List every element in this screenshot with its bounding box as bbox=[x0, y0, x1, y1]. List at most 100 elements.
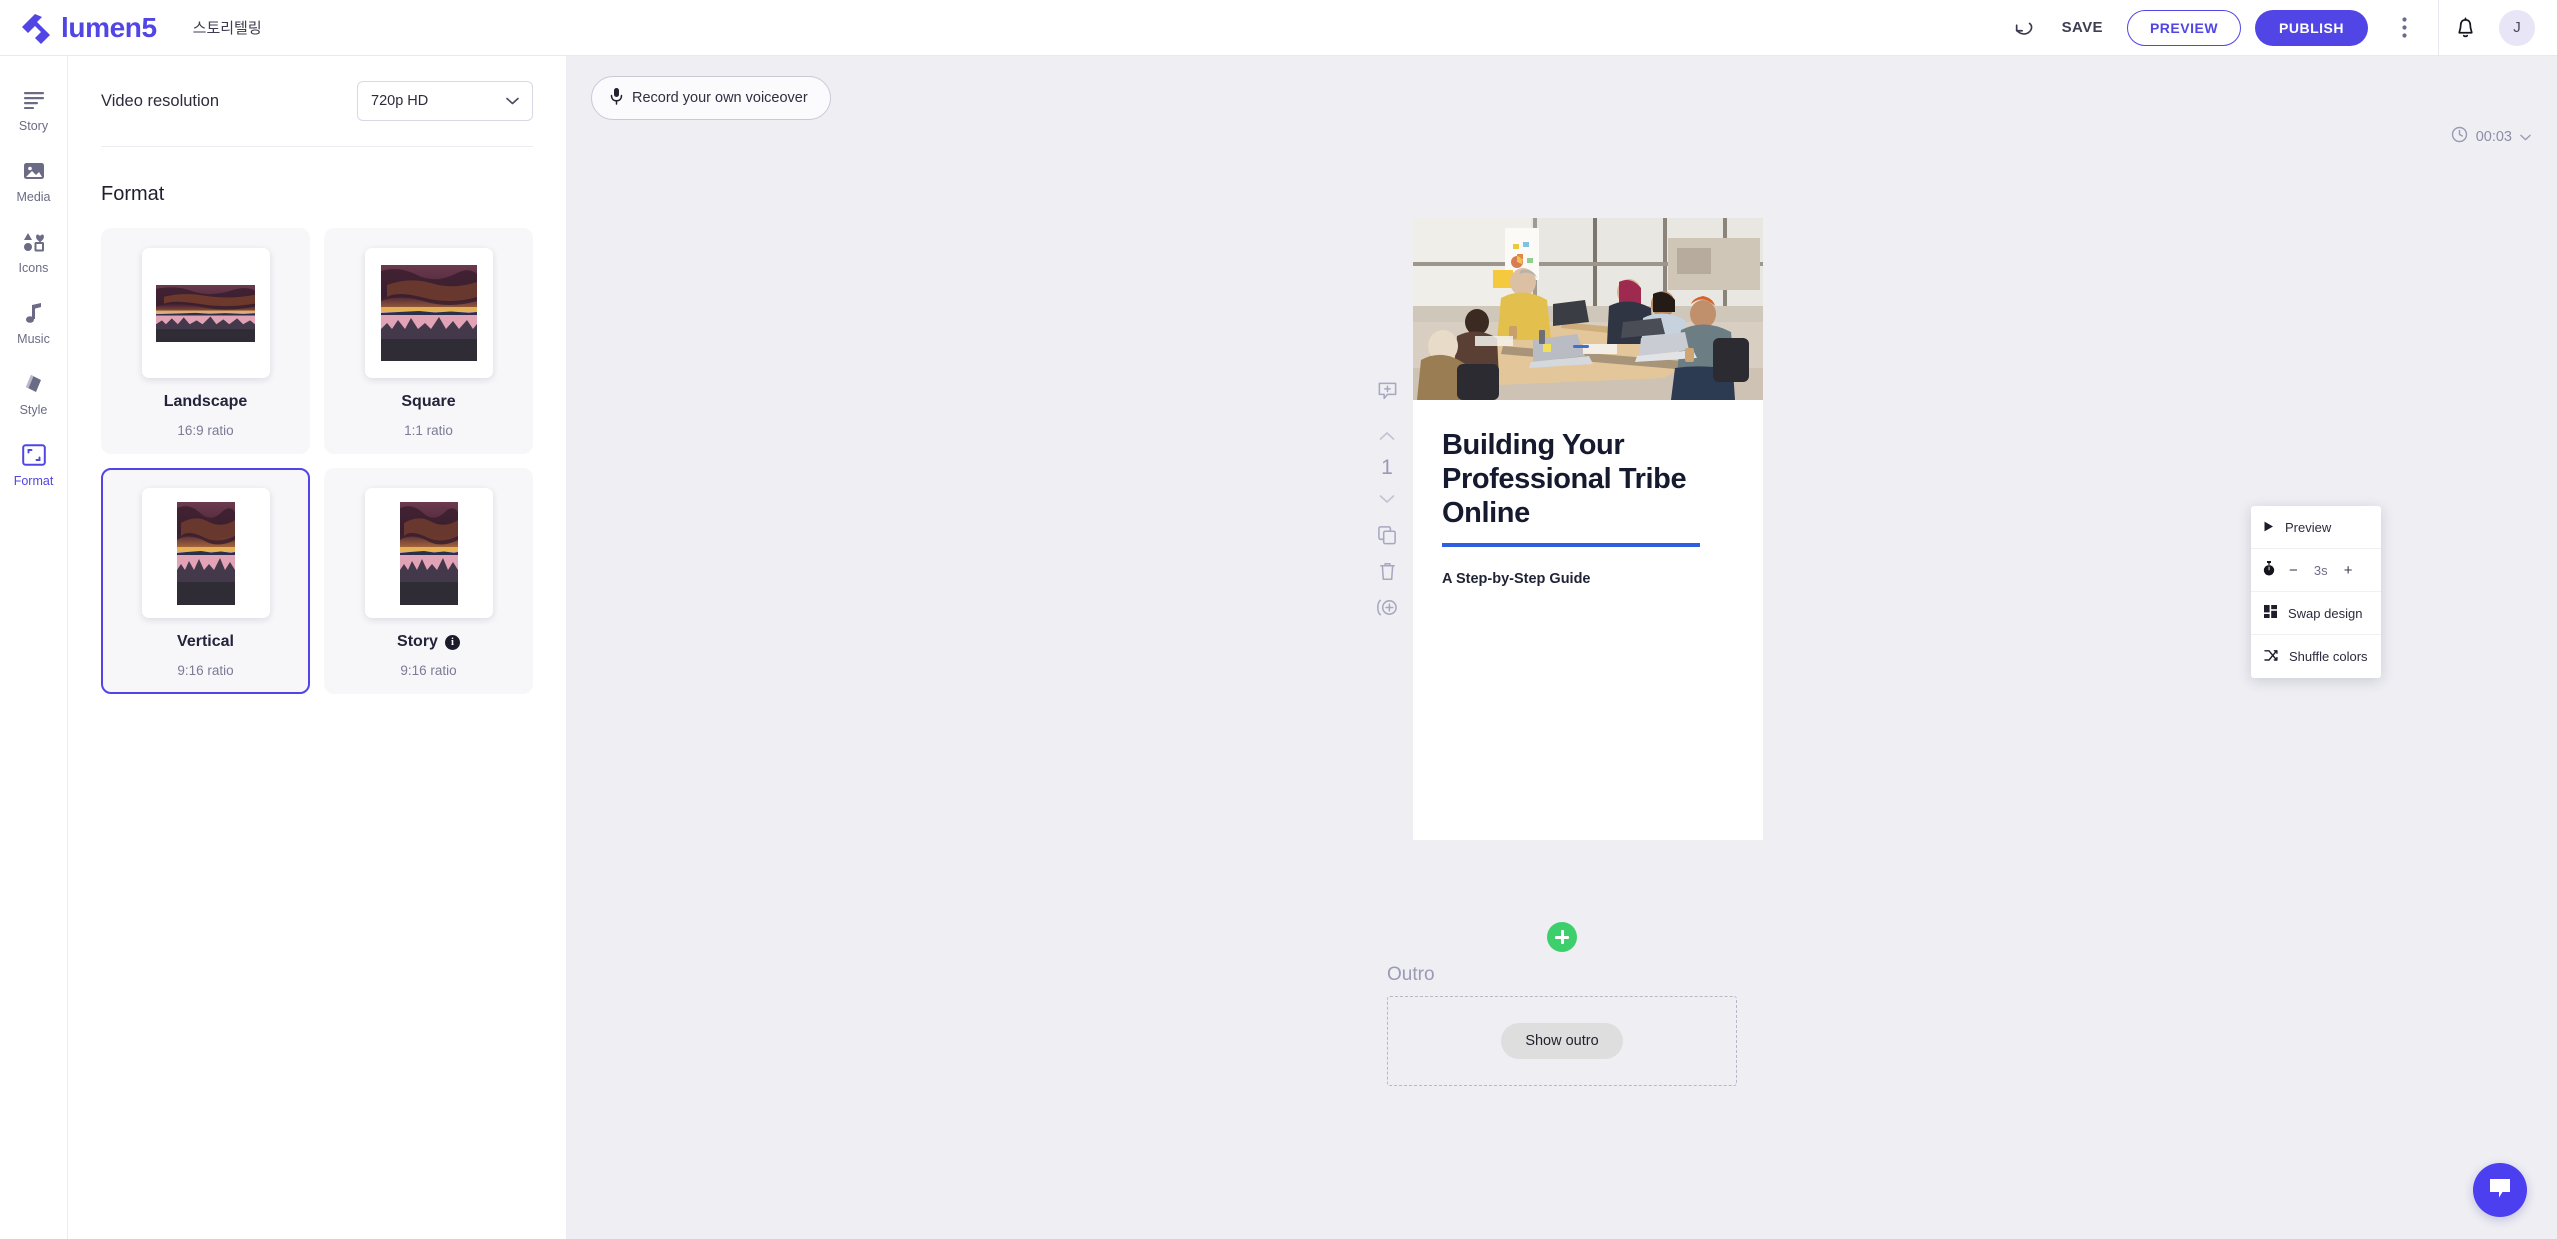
format-name: Vertical bbox=[177, 633, 234, 651]
top-bar: lumen5 스토리텔링 SAVE PREVIEW PUBLISH J bbox=[0, 0, 2557, 56]
video-resolution-label: Video resolution bbox=[101, 91, 220, 110]
brush-layers-icon bbox=[23, 371, 45, 397]
sidebar-label-format: Format bbox=[13, 474, 54, 488]
add-scene-button[interactable] bbox=[1547, 922, 1577, 952]
format-name-text: Story bbox=[397, 633, 438, 650]
sidebar-item-icons[interactable]: Icons bbox=[0, 216, 68, 287]
brand-name: lumen5 bbox=[61, 11, 157, 43]
microphone-icon bbox=[610, 87, 623, 109]
scene-duration-control: − 3s + bbox=[2251, 549, 2381, 592]
play-icon bbox=[2264, 520, 2274, 535]
format-card-story[interactable]: Story i 9:16 ratio bbox=[324, 468, 533, 694]
increase-duration-button[interactable]: + bbox=[2341, 562, 2356, 579]
format-card-square[interactable]: Square 1:1 ratio bbox=[324, 228, 533, 454]
format-name-text: Landscape bbox=[163, 393, 248, 410]
image-icon bbox=[23, 158, 45, 184]
context-menu-swap-design[interactable]: Swap design bbox=[2251, 592, 2381, 635]
context-menu-swap-design-label: Swap design bbox=[2288, 605, 2363, 621]
context-menu-shuffle-colors[interactable]: Shuffle colors bbox=[2251, 635, 2381, 678]
publish-button[interactable]: PUBLISH bbox=[2255, 9, 2368, 46]
format-ratio: 16:9 ratio bbox=[177, 423, 234, 438]
add-voiceover-icon[interactable] bbox=[1369, 589, 1405, 625]
grid-layout-icon bbox=[2264, 605, 2277, 621]
sunset-city-thumbnail-icon bbox=[176, 501, 235, 605]
canvas-area: Record your own voiceover 00:03 1 Buildi… bbox=[567, 56, 2557, 1239]
brand[interactable]: lumen5 bbox=[18, 10, 157, 46]
show-outro-button[interactable]: Show outro bbox=[1501, 1023, 1623, 1059]
video-duration-value: 00:03 bbox=[2475, 128, 2512, 145]
music-note-icon bbox=[24, 300, 44, 326]
record-voiceover-label: Record your own voiceover bbox=[632, 90, 808, 106]
video-resolution-select[interactable]: 720p HD bbox=[357, 81, 533, 121]
scene-context-menu: Preview − 3s + Swap design Shuffle color… bbox=[2251, 506, 2381, 678]
sidebar-item-music[interactable]: Music bbox=[0, 287, 68, 358]
format-thumb-frame bbox=[364, 248, 493, 378]
move-scene-up-button[interactable] bbox=[1369, 418, 1405, 454]
more-options-button[interactable] bbox=[2382, 8, 2426, 48]
top-bar-actions: SAVE PREVIEW PUBLISH J bbox=[2002, 0, 2557, 56]
record-voiceover-button[interactable]: Record your own voiceover bbox=[591, 76, 831, 120]
outro-section: Outro Show outro bbox=[1387, 964, 1737, 1086]
editor-body: Story Media Icons Music Style Format Vid… bbox=[0, 56, 2557, 1239]
clock-icon bbox=[2451, 126, 2468, 147]
sidebar-label-icons: Icons bbox=[18, 261, 49, 275]
format-card-vertical[interactable]: Vertical 9:16 ratio bbox=[101, 468, 310, 694]
scene-duration-value: 3s bbox=[2313, 562, 2328, 578]
decrease-duration-button[interactable]: − bbox=[2286, 562, 2301, 579]
sidebar-label-style: Style bbox=[19, 403, 48, 417]
user-avatar[interactable]: J bbox=[2499, 9, 2535, 46]
office-meeting-photo-icon bbox=[1413, 218, 1763, 400]
support-chat-button[interactable] bbox=[2473, 1163, 2527, 1217]
sidebar-item-style[interactable]: Style bbox=[0, 358, 68, 429]
scene-card[interactable]: Building Your Professional Tribe Online … bbox=[1413, 218, 1763, 840]
format-name-text: Vertical bbox=[177, 633, 234, 650]
delete-scene-icon[interactable] bbox=[1369, 553, 1405, 589]
stopwatch-icon bbox=[2262, 561, 2276, 579]
move-scene-down-button[interactable] bbox=[1369, 481, 1405, 517]
format-ratio: 9:16 ratio bbox=[400, 663, 457, 678]
chevron-down-icon bbox=[2520, 129, 2531, 145]
scene-text-block[interactable]: Building Your Professional Tribe Online … bbox=[1413, 400, 1763, 587]
sidebar-item-story[interactable]: Story bbox=[0, 74, 68, 145]
chat-bubble-icon bbox=[2487, 1176, 2513, 1205]
shuffle-icon bbox=[2264, 649, 2278, 665]
notifications-bell-icon[interactable] bbox=[2439, 8, 2491, 48]
format-name: Square bbox=[401, 393, 455, 411]
lumen5-logo-icon bbox=[18, 10, 54, 46]
save-button[interactable]: SAVE bbox=[2046, 19, 2119, 36]
sidebar-label-music: Music bbox=[17, 332, 50, 346]
info-icon[interactable]: i bbox=[444, 634, 460, 650]
format-card-landscape[interactable]: Landscape 16:9 ratio bbox=[101, 228, 310, 454]
format-name: Landscape bbox=[164, 393, 248, 411]
format-ratio: 9:16 ratio bbox=[177, 663, 234, 678]
sidebar-item-format[interactable]: Format bbox=[0, 429, 68, 500]
story-lines-icon bbox=[23, 87, 45, 113]
format-thumb-frame bbox=[141, 248, 270, 378]
format-name: Story i bbox=[397, 633, 460, 651]
preview-button[interactable]: PREVIEW bbox=[2126, 9, 2242, 46]
format-thumb-frame bbox=[141, 488, 270, 618]
format-ratio: 1:1 ratio bbox=[404, 423, 453, 438]
undo-button[interactable] bbox=[2002, 8, 2046, 48]
context-menu-shuffle-colors-label: Shuffle colors bbox=[2289, 649, 2368, 664]
left-nav-rail: Story Media Icons Music Style Format bbox=[0, 56, 68, 1239]
panel-divider bbox=[101, 146, 533, 147]
title-underline-rule bbox=[1442, 542, 1700, 547]
context-menu-preview[interactable]: Preview bbox=[2251, 506, 2381, 549]
sidebar-item-media[interactable]: Media bbox=[0, 145, 68, 216]
chevron-down-icon bbox=[506, 93, 519, 109]
lumen5-editor: lumen5 스토리텔링 SAVE PREVIEW PUBLISH J Stor… bbox=[0, 0, 2557, 1239]
video-duration-chip[interactable]: 00:03 bbox=[2451, 126, 2531, 147]
format-grid: Landscape 16:9 ratio Square 1:1 ratio Ve… bbox=[101, 228, 533, 694]
scene-photo[interactable] bbox=[1413, 218, 1763, 400]
duplicate-scene-icon[interactable] bbox=[1369, 517, 1405, 553]
scene-number: 1 bbox=[1381, 456, 1393, 479]
sidebar-label-media: Media bbox=[16, 190, 51, 204]
crop-frame-icon bbox=[21, 442, 46, 468]
context-menu-preview-label: Preview bbox=[2285, 519, 2332, 535]
project-title[interactable]: 스토리텔링 bbox=[193, 17, 262, 38]
format-name-text: Square bbox=[401, 393, 456, 410]
shapes-icon bbox=[23, 229, 45, 255]
scene-title: Building Your Professional Tribe Online bbox=[1442, 429, 1687, 530]
add-comment-icon[interactable] bbox=[1369, 373, 1405, 409]
